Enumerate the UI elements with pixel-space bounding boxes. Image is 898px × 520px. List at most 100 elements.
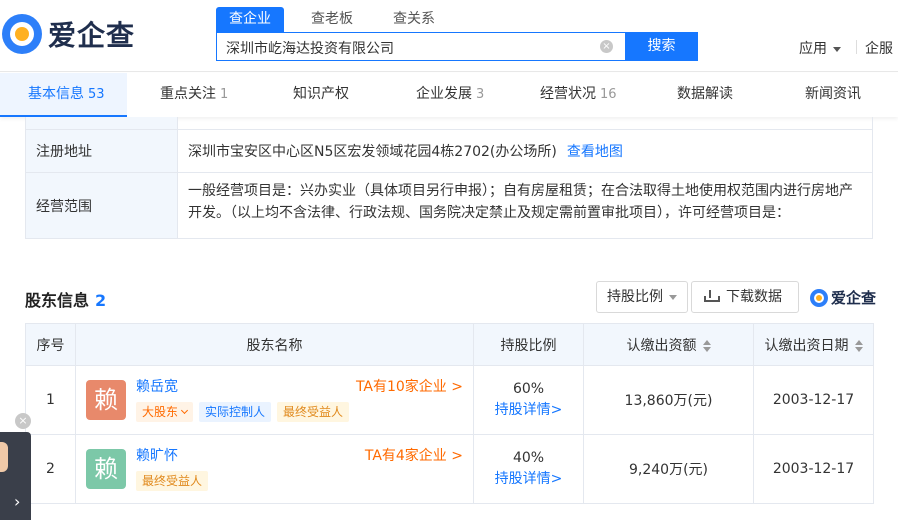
col-header-amount[interactable]: 认缴出资额 xyxy=(583,323,754,366)
holding-detail-link[interactable]: 持股详情> xyxy=(474,400,583,421)
tab-count: 16 xyxy=(600,87,617,102)
download-icon xyxy=(704,290,720,302)
ratio-cell: 40% 持股详情> xyxy=(473,434,584,504)
chevron-down-icon xyxy=(180,406,189,415)
holding-detail-link[interactable]: 持股详情> xyxy=(474,469,583,490)
scope-value: 一般经营项目是：兴办实业（具体项目另行申报）；自有房屋租赁；在合法取得土地使用权… xyxy=(188,183,853,221)
tab-label: 数据解读 xyxy=(677,86,733,102)
clear-icon[interactable]: × xyxy=(600,40,613,53)
logo-icon xyxy=(2,14,42,54)
tag-major-shareholder[interactable]: 大股东 xyxy=(136,402,194,422)
col-header-ratio: 持股比例 xyxy=(473,323,584,366)
amount-cell: 13,860万(元) xyxy=(583,365,754,435)
tab-label: 新闻资讯 xyxy=(805,86,861,102)
tab-label: 重点关注 xyxy=(160,86,216,102)
scope-label: 经营范围 xyxy=(26,173,178,238)
avatar: 赖 xyxy=(86,380,126,420)
tab-search-boss[interactable]: 查老板 xyxy=(298,7,366,32)
amount-cell: 9,240万(元) xyxy=(583,434,754,504)
table-row: 2 赖 赖旷怀 TA有4家企业 > 最终受益人 40% 持股详情> 9,240万… xyxy=(25,434,874,504)
logo-icon xyxy=(810,288,828,307)
col-label: 认缴出资额 xyxy=(626,337,697,354)
shareholders-count: 2 xyxy=(95,291,107,310)
ratio-cell: 60% 持股详情> xyxy=(473,365,584,435)
info-row-partial xyxy=(26,117,872,129)
basic-info-table: 注册地址 深圳市宝安区中心区N5区宏发领域花园4栋2702(办公场所) 查看地图… xyxy=(25,117,873,239)
tab-data-insight[interactable]: 数据解读 xyxy=(677,73,733,117)
shareholder-cell: 赖 赖旷怀 TA有4家企业 > 最终受益人 xyxy=(75,434,474,504)
search-box[interactable]: 深圳市屹海达投资有限公司 × xyxy=(216,32,626,61)
row-index: 1 xyxy=(25,365,76,435)
section-title: 股东信息 xyxy=(25,291,90,310)
col-header-date[interactable]: 认缴出资日期 xyxy=(753,323,874,366)
tag-list: 最终受益人 xyxy=(136,471,214,491)
table-row: 1 赖 赖岳宽 TA有10家企业 > 大股东 实际控制人 最终受益人 60% 持… xyxy=(25,365,874,435)
ratio-value: 60% xyxy=(512,381,545,397)
date-cell: 2003-12-17 xyxy=(753,365,874,435)
search-button[interactable]: 搜索 xyxy=(625,32,698,61)
tab-label: 经营状况 xyxy=(540,86,596,102)
brand-text: 爱企查 xyxy=(831,289,877,307)
ratio-value: 40% xyxy=(512,450,545,466)
tab-development[interactable]: 企业发展 3 xyxy=(416,73,484,117)
tab-count: 3 xyxy=(476,87,485,102)
address-text: 深圳市宝安区中心区N5区宏发领域花园4栋2702(办公场所) xyxy=(188,144,557,160)
filter-label: 持股比例 xyxy=(607,289,663,305)
tab-search-relation[interactable]: 查关系 xyxy=(380,7,448,32)
top-header: 爱企查 查企业 查老板 查关系 深圳市屹海达投资有限公司 × 搜索 应用 企服 xyxy=(0,0,898,72)
col-label: 认缴出资日期 xyxy=(764,337,849,354)
search-input[interactable]: 深圳市屹海达投资有限公司 xyxy=(226,38,394,58)
apps-label: 应用 xyxy=(799,41,827,57)
download-label: 下载数据 xyxy=(726,289,782,305)
tab-count: 1 xyxy=(220,87,229,102)
tab-key-focus[interactable]: 重点关注 1 xyxy=(160,73,228,117)
address-value: 深圳市宝安区中心区N5区宏发领域花园4栋2702(办公场所) 查看地图 xyxy=(178,130,872,172)
tag-actual-controller: 实际控制人 xyxy=(199,402,272,422)
floating-assistant-card[interactable]: › xyxy=(0,432,31,520)
shareholder-cell: 赖 赖岳宽 TA有10家企业 > 大股东 实际控制人 最终受益人 xyxy=(75,365,474,435)
ta-companies-link[interactable]: TA有10家企业 > xyxy=(356,376,463,396)
row-index: 2 xyxy=(25,434,76,504)
info-label xyxy=(26,117,178,129)
date-cell: 2003-12-17 xyxy=(753,434,874,504)
close-icon[interactable]: × xyxy=(15,413,31,429)
info-row-address: 注册地址 深圳市宝安区中心区N5区宏发领域花园4栋2702(办公场所) 查看地图 xyxy=(26,129,872,172)
col-header-index: 序号 xyxy=(25,323,76,366)
shareholders-table: 序号 股东名称 持股比例 认缴出资额 认缴出资日期 1 赖 赖岳宽 TA有10家… xyxy=(25,323,874,504)
table-header-row: 序号 股东名称 持股比例 认缴出资额 认缴出资日期 xyxy=(25,323,874,366)
logo-text: 爱企查 xyxy=(48,19,136,52)
tag-label: 大股东 xyxy=(142,405,179,419)
ratio-filter-dropdown[interactable]: 持股比例 xyxy=(596,281,688,313)
brand-logo[interactable]: 爱企查 xyxy=(2,12,135,56)
tag-list: 大股东 实际控制人 最终受益人 xyxy=(136,402,355,422)
avatar: 赖 xyxy=(86,449,126,489)
tab-search-company[interactable]: 查企业 xyxy=(216,7,284,32)
assistant-avatar xyxy=(0,442,8,472)
brand-watermark: 爱企查 xyxy=(810,287,876,308)
tab-basic-info[interactable]: 基本信息 53 xyxy=(28,73,105,117)
tab-operations[interactable]: 经营状况 16 xyxy=(540,73,617,117)
tab-ip[interactable]: 知识产权 xyxy=(293,73,349,117)
tab-label: 基本信息 xyxy=(28,86,84,102)
tab-label: 知识产权 xyxy=(293,86,349,102)
download-data-button[interactable]: 下载数据 xyxy=(691,281,799,313)
tab-news[interactable]: 新闻资讯 xyxy=(805,73,861,117)
apps-menu[interactable]: 应用 xyxy=(799,38,841,58)
divider xyxy=(856,40,857,54)
ta-companies-link[interactable]: TA有4家企业 > xyxy=(365,445,463,465)
chevron-down-icon xyxy=(669,294,677,300)
tag-beneficiary: 最终受益人 xyxy=(277,402,350,422)
address-label: 注册地址 xyxy=(26,130,178,172)
view-map-link[interactable]: 查看地图 xyxy=(567,141,623,161)
shareholder-name-link[interactable]: 赖岳宽 xyxy=(136,376,178,396)
chevron-right-icon[interactable]: › xyxy=(14,492,20,511)
search-type-tabs: 查企业 查老板 查关系 xyxy=(216,7,462,32)
info-row-scope: 经营范围 一般经营项目是：兴办实业（具体项目另行申报）；自有房屋租赁；在合法取得… xyxy=(26,172,872,238)
info-value xyxy=(178,117,872,129)
shareholder-name-link[interactable]: 赖旷怀 xyxy=(136,445,178,465)
shareholders-title: 股东信息 2 xyxy=(25,287,106,311)
sort-icon[interactable] xyxy=(702,339,711,352)
enterprise-service-link[interactable]: 企服 xyxy=(865,38,893,58)
tag-beneficiary: 最终受益人 xyxy=(136,471,209,491)
sort-icon[interactable] xyxy=(854,339,863,352)
